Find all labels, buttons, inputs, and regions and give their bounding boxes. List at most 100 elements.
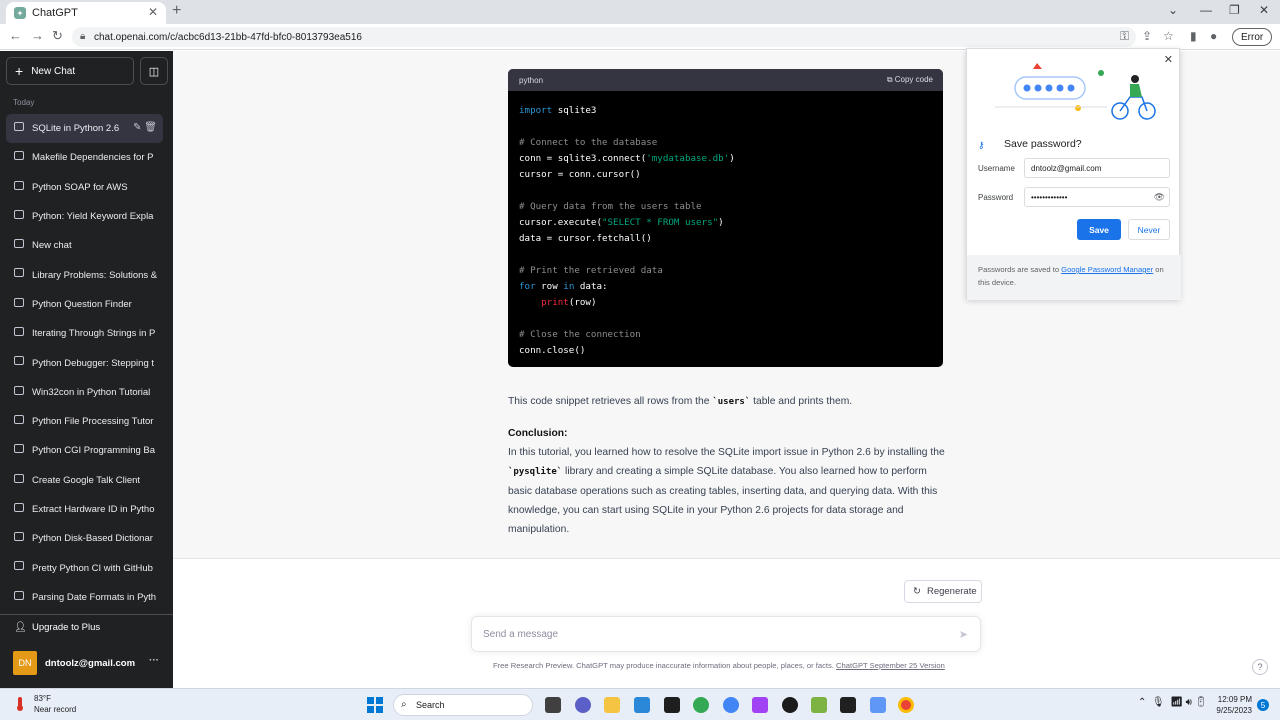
conversation-item[interactable]: Create Google Talk Client: [6, 466, 163, 495]
taskbar-search[interactable]: ⌕ Search: [393, 694, 533, 716]
chat-bubble-icon: [14, 151, 24, 161]
send-icon[interactable]: ➤: [959, 628, 968, 641]
file-explorer-icon[interactable]: [604, 697, 620, 713]
error-button[interactable]: Error: [1232, 28, 1273, 46]
code-line: print(row): [519, 295, 932, 311]
conversation-item[interactable]: Iterating Through Strings in P: [6, 319, 163, 348]
answer-paragraph-2: In this tutorial, you learned how to res…: [508, 443, 948, 539]
code-token: import: [519, 105, 553, 116]
clock[interactable]: 12:09 PM 9/25/2023: [1212, 694, 1252, 716]
conversation-item[interactable]: Win32con in Python Tutorial: [6, 378, 163, 407]
regenerate-button[interactable]: ↻ Regenerate: [904, 580, 982, 603]
footer-disclaimer: Free Research Preview. ChatGPT may produ…: [493, 661, 945, 670]
code-token: data = cursor.fetchall(): [519, 233, 652, 244]
chat-bubble-icon: [14, 327, 24, 337]
new-chat-button[interactable]: + New Chat: [6, 57, 134, 85]
close-tab-icon[interactable]: ✕: [148, 5, 158, 19]
password-manager-link[interactable]: Google Password Manager: [1061, 265, 1153, 274]
reload-icon[interactable]: ↻: [52, 28, 63, 44]
new-tab-icon[interactable]: +: [172, 2, 181, 20]
code-line: # Close the connection: [519, 327, 932, 343]
chat-bubble-icon: [14, 180, 24, 190]
password-field[interactable]: ••••••••••••• 👁︎: [1024, 187, 1170, 207]
code-token: cursor = conn.cursor(): [519, 169, 641, 180]
code-token: conn.close(): [519, 345, 586, 356]
code-line: # Print the retrieved data: [519, 263, 932, 279]
terminal-icon[interactable]: [840, 697, 856, 713]
photos-icon[interactable]: [634, 697, 650, 713]
store-icon[interactable]: [664, 697, 680, 713]
version-link[interactable]: ChatGPT September 25 Version: [836, 661, 945, 670]
notepad-icon[interactable]: [811, 697, 827, 713]
image-viewer-icon[interactable]: [870, 697, 886, 713]
more-options-icon[interactable]: ···: [149, 655, 159, 666]
chrome-icon[interactable]: [898, 697, 914, 713]
app-icon[interactable]: [782, 697, 798, 713]
code-line: # Query data from the users table: [519, 199, 932, 215]
close-window-icon[interactable]: ✕: [1259, 3, 1269, 17]
conversation-item[interactable]: Parsing Date Formats in Pyth: [6, 583, 163, 612]
conversation-item[interactable]: Python SOAP for AWS: [6, 173, 163, 202]
conversation-item[interactable]: Makefile Dependencies for P: [6, 143, 163, 172]
code-line: data = cursor.fetchall(): [519, 231, 932, 247]
conversation-item[interactable]: Python CGI Programming Ba: [6, 436, 163, 465]
conversation-item[interactable]: New chat: [6, 231, 163, 260]
edit-delete-icons[interactable]: ✎ 🗑︎: [133, 122, 157, 133]
account-menu[interactable]: DN dntoolz@gmail.com ···: [0, 649, 173, 677]
footer-text: Free Research Preview. ChatGPT may produ…: [493, 661, 837, 670]
conversation-item[interactable]: Python Debugger: Stepping t: [6, 348, 163, 377]
browser-tab[interactable]: ✦ ChatGPT ✕: [6, 2, 166, 24]
conversation-item[interactable]: Python Question Finder: [6, 290, 163, 319]
conversation-item[interactable]: SQLite in Python 2.6 ✎ 🗑︎: [6, 114, 163, 144]
conversation-item[interactable]: Library Problems: Solutions &: [6, 260, 163, 289]
conversation-item[interactable]: Python Disk-Based Dictionar: [6, 524, 163, 553]
chrome-profile-2-icon[interactable]: [723, 697, 739, 713]
share-icon[interactable]: ⇪: [1142, 29, 1152, 43]
close-icon[interactable]: ✕: [1164, 53, 1173, 66]
tab-title: ChatGPT: [32, 7, 78, 19]
vpn-icon[interactable]: [752, 697, 768, 713]
copy-code-button[interactable]: ⧉ Copy code: [887, 75, 933, 85]
key-icon[interactable]: ⚿: [1120, 29, 1129, 44]
profile-icon[interactable]: ●: [1210, 29, 1217, 43]
save-button[interactable]: Save: [1077, 219, 1121, 240]
bookmark-star-icon[interactable]: ☆: [1163, 29, 1174, 43]
notification-badge[interactable]: 5: [1257, 699, 1269, 711]
sidebar-toggle-icon[interactable]: ◫: [140, 57, 168, 85]
username-field[interactable]: dntoolz@gmail.com: [1024, 158, 1170, 178]
lock-icon[interactable]: 🔒︎: [80, 31, 85, 42]
upgrade-to-plus-button[interactable]: 👤︎ Upgrade to Plus: [0, 614, 173, 640]
windows-taskbar: 83°F Near record ⌕ Search ⌃ 🎙︎ 📶︎ 🔊︎ 🔋︎ 1…: [0, 688, 1280, 720]
conversation-item[interactable]: Python File Processing Tutor: [6, 407, 163, 436]
show-password-icon[interactable]: 👁︎: [1154, 192, 1165, 203]
url-input[interactable]: 🔒︎ chat.openai.com/c/acbc6d13-21bb-47fd-…: [72, 27, 1136, 47]
conversation-label: SQLite in Python 2.6: [32, 123, 120, 135]
forward-icon[interactable]: →: [31, 28, 44, 43]
minimize-icon[interactable]: —: [1200, 3, 1212, 17]
back-icon[interactable]: ←: [9, 28, 22, 43]
teams-chat-icon[interactable]: [575, 697, 591, 713]
conversation-list: SQLite in Python 2.6 ✎ 🗑︎ Makefile Depende…: [6, 114, 163, 612]
help-icon[interactable]: ?: [1252, 659, 1268, 675]
password-manager-note: Passwords are saved to Google Password M…: [967, 255, 1181, 300]
code-token: 'mydatabase.db': [646, 153, 730, 164]
username-value: dntoolz@gmail.com: [1031, 163, 1102, 173]
task-view-icon[interactable]: [545, 697, 561, 713]
maximize-icon[interactable]: ❐: [1229, 3, 1240, 17]
never-button[interactable]: Never: [1128, 219, 1170, 240]
conversation-item[interactable]: Extract Hardware ID in Pytho: [6, 495, 163, 524]
windows-start-icon[interactable]: [367, 697, 383, 713]
chat-bubble-icon: [14, 385, 24, 395]
tab-search-icon[interactable]: ⌄: [1168, 3, 1178, 17]
system-tray[interactable]: ⌃ 🎙︎ 📶︎ 🔊︎ 🔋︎: [1138, 697, 1207, 708]
regenerate-icon: ↻: [913, 586, 921, 597]
side-panel-icon[interactable]: ▮: [1190, 29, 1197, 43]
message-input[interactable]: Send a message ➤: [471, 616, 981, 652]
conclusion-heading: Conclusion:: [508, 428, 568, 439]
conversation-item[interactable]: Pretty Python CI with GitHub: [6, 553, 163, 582]
chatgpt-favicon-icon: ✦: [14, 7, 26, 19]
chrome-profile-icon[interactable]: [693, 697, 709, 713]
conversation-item[interactable]: Python: Yield Keyword Expla: [6, 202, 163, 231]
